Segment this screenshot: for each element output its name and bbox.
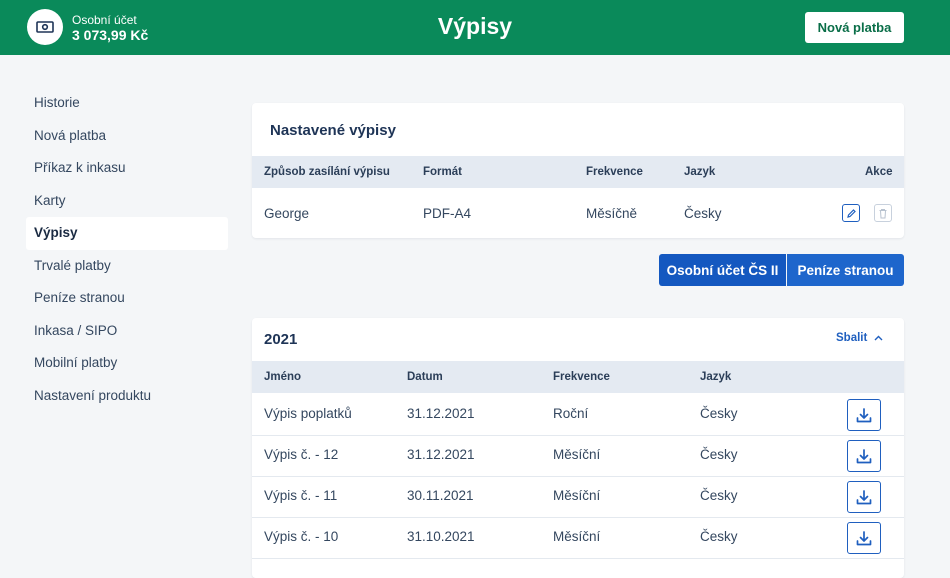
cell-date: 31.12.2021 [407, 447, 475, 462]
column-header-date: Datum [407, 371, 443, 383]
column-header-frequency: Frekvence [586, 166, 643, 178]
table-row: Výpis č. - 10 31.10.2021 Měsíční Česky [252, 517, 904, 559]
cell-name: Výpis č. - 10 [264, 529, 339, 544]
cell-frequency: Roční [553, 406, 589, 421]
new-payment-button[interactable]: Nová platba [805, 12, 904, 43]
sidebar-item-historie[interactable]: Historie [26, 87, 228, 120]
sidebar-item-penize-stranou[interactable]: Peníze stranou [26, 282, 228, 315]
cell-name: Výpis č. - 11 [264, 488, 338, 503]
download-icon [856, 448, 872, 463]
sidebar-item-nova-platba[interactable]: Nová platba [26, 120, 228, 153]
top-header: Osobní účet 3 073,99 Kč Výpisy Nová plat… [0, 0, 950, 55]
statements-year-card: 2021 Sbalit Jméno Datum Frekvence Jazyk … [252, 318, 904, 578]
sidebar-nav: Historie Nová platba Příkaz k inkasu Kar… [26, 87, 228, 412]
sidebar-item-vypisy[interactable]: Výpisy [26, 217, 228, 250]
account-switch-selected[interactable]: Osobní účet ČS II [659, 254, 786, 286]
cell-date: 31.10.2021 [407, 529, 475, 544]
cell-language: Česky [700, 447, 738, 462]
cell-language: Česky [700, 529, 738, 544]
column-header-frequency: Frekvence [553, 371, 610, 383]
edit-button[interactable] [842, 204, 860, 222]
download-button[interactable] [847, 522, 881, 554]
sidebar-item-karty[interactable]: Karty [26, 185, 228, 218]
edit-icon [846, 208, 856, 218]
sidebar-item-inkasa-sipo[interactable]: Inkasa / SIPO [26, 315, 228, 348]
cell-frequency: Měsíčně [586, 206, 638, 221]
table-row: Výpis č. - 11 30.11.2021 Měsíční Česky [252, 476, 904, 518]
column-header-actions: Akce [865, 166, 893, 178]
cell-method: George [264, 206, 310, 221]
cell-frequency: Měsíční [553, 529, 601, 544]
year-heading: 2021 [264, 331, 298, 348]
column-header-name: Jméno [264, 371, 302, 383]
table-row: Výpis poplatků 31.12.2021 Roční Česky [252, 394, 904, 436]
download-icon [856, 530, 872, 545]
cell-language: Česky [684, 206, 722, 221]
sidebar-item-nastaveni-produktu[interactable]: Nastavení produktu [26, 380, 228, 413]
sidebar-item-trvale-platby[interactable]: Trvalé platby [26, 250, 228, 283]
cell-format: PDF-A4 [423, 206, 472, 221]
trash-icon [879, 208, 887, 218]
download-button[interactable] [847, 481, 881, 513]
delete-button[interactable] [874, 204, 892, 222]
cell-date: 30.11.2021 [407, 488, 474, 503]
cell-name: Výpis poplatků [264, 406, 352, 421]
cell-name: Výpis č. - 12 [264, 447, 339, 462]
column-header-language: Jazyk [700, 371, 732, 383]
download-button[interactable] [847, 399, 881, 431]
column-header-method: Způsob zasílání výpisu [264, 166, 390, 178]
sidebar-item-mobilni-platby[interactable]: Mobilní platby [26, 347, 228, 380]
cell-frequency: Měsíční [553, 488, 601, 503]
collapse-button[interactable]: Sbalit [836, 332, 883, 344]
cell-date: 31.12.2021 [407, 406, 475, 421]
sidebar-item-prikaz-k-inkasu[interactable]: Příkaz k inkasu [26, 152, 228, 185]
column-header-language: Jazyk [684, 166, 716, 178]
settings-table-header: Způsob zasílání výpisu Formát Frekvence … [252, 156, 904, 188]
table-row: Výpis č. - 12 31.12.2021 Měsíční Česky [252, 435, 904, 477]
statements-table-header: Jméno Datum Frekvence Jazyk [252, 361, 904, 393]
account-switch-savings[interactable]: Peníze stranou [787, 254, 904, 286]
download-icon [856, 407, 872, 422]
cell-frequency: Měsíční [553, 447, 601, 462]
cell-language: Česky [700, 488, 738, 503]
collapse-label: Sbalit [836, 332, 868, 344]
column-header-format: Formát [423, 166, 462, 178]
statement-settings-card: Nastavené výpisy Způsob zasílání výpisu … [252, 103, 904, 238]
settings-card-title: Nastavené výpisy [270, 122, 396, 139]
download-icon [856, 489, 872, 504]
chevron-up-icon [874, 335, 883, 341]
cell-language: Česky [700, 406, 738, 421]
download-button[interactable] [847, 440, 881, 472]
